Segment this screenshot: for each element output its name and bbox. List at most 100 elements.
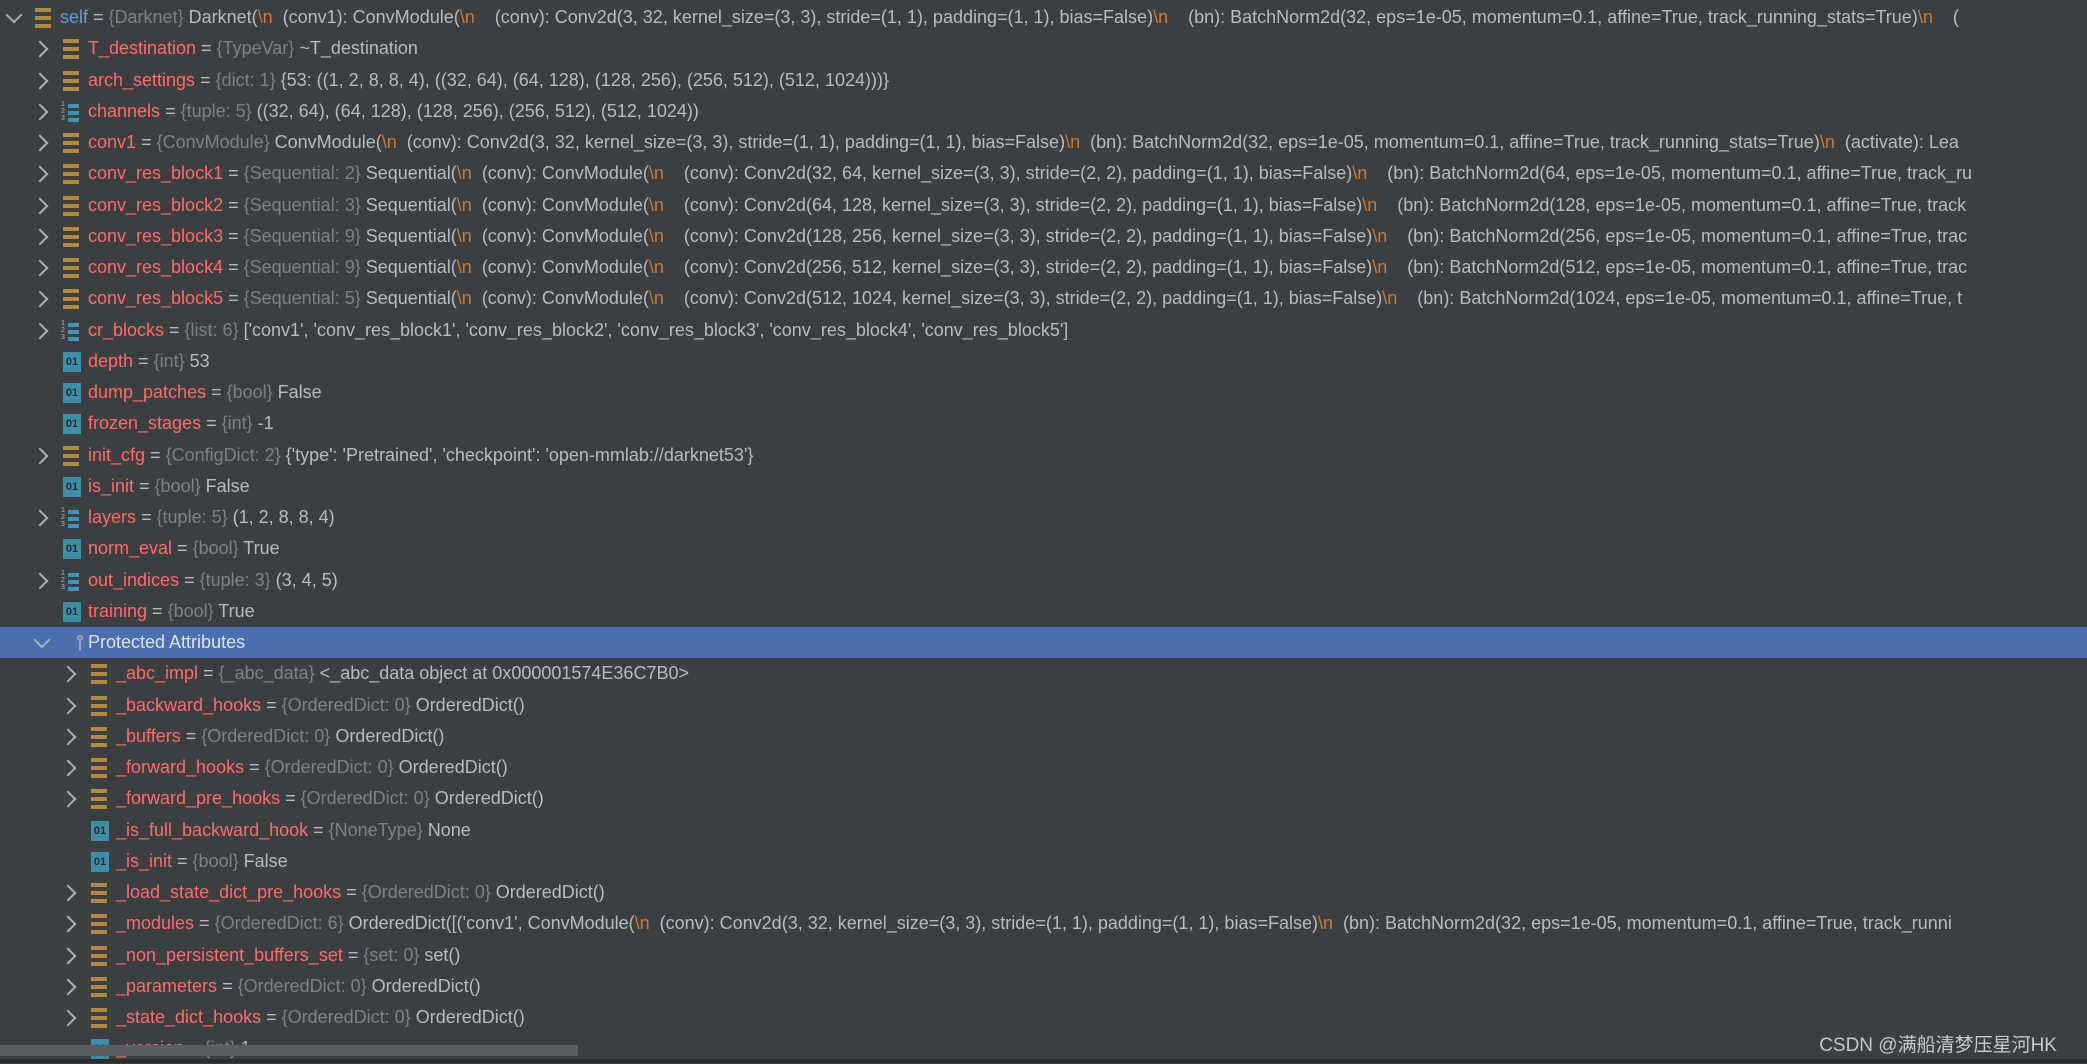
variable-row[interactable]: 01 training = {bool} True	[0, 596, 2087, 627]
variable-row[interactable]: _modules = {OrderedDict: 6} OrderedDict(…	[0, 908, 2087, 939]
chevron-right-icon[interactable]	[59, 915, 77, 933]
variable-name: T_destination	[88, 38, 197, 59]
chevron-right-icon[interactable]	[31, 228, 49, 246]
equals-sign: =	[164, 319, 185, 340]
variable-value: OrderedDict()	[415, 694, 525, 715]
variable-text: _state_dict_hooks = {OrderedDict: 0} Ord…	[116, 1007, 525, 1028]
chevron-right-icon[interactable]	[31, 259, 49, 277]
variable-row[interactable]: _non_persistent_buffers_set = {set: 0} s…	[0, 940, 2087, 971]
variable-row[interactable]: out_indices = {tuple: 3} (3, 4, 5)	[0, 565, 2087, 596]
variable-value: OrderedDict()	[398, 757, 508, 777]
variable-row[interactable]: conv_res_block5 = {Sequential: 5} Sequen…	[0, 283, 2087, 314]
primitive-icon: 01	[63, 383, 81, 403]
variable-text: cr_blocks = {list: 6} ['conv1', 'conv_re…	[88, 320, 1068, 341]
variable-row[interactable]: cr_blocks = {list: 6} ['conv1', 'conv_re…	[0, 315, 2087, 346]
variable-row[interactable]: conv_res_block4 = {Sequential: 9} Sequen…	[0, 252, 2087, 283]
variable-type: {_abc_data}	[218, 663, 320, 684]
primitive-icon: 01	[63, 414, 81, 435]
variable-row[interactable]: layers = {tuple: 5} (1, 2, 8, 8, 4)	[0, 502, 2087, 533]
variable-row[interactable]: 01 frozen_stages = {int} -1	[0, 408, 2087, 439]
chevron-right-icon[interactable]	[31, 509, 49, 527]
variable-value: ~T_destination	[299, 38, 418, 59]
chevron-right-icon[interactable]	[31, 290, 49, 308]
variable-row[interactable]: conv_res_block2 = {Sequential: 3} Sequen…	[0, 190, 2087, 221]
variable-value: {'type': 'Pretrained', 'checkpoint': 'op…	[285, 444, 754, 465]
variable-row[interactable]: self = {Darknet} Darknet(\n (conv1): Con…	[0, 2, 2087, 33]
chevron-right-icon[interactable]	[31, 134, 49, 152]
chevron-right-icon[interactable]	[31, 322, 49, 339]
variable-value: OrderedDict()	[495, 882, 605, 902]
equals-sign: =	[280, 788, 301, 809]
chevron-right-icon[interactable]	[59, 1009, 77, 1027]
chevron-right-icon[interactable]	[59, 665, 77, 683]
variable-name: conv_res_block2	[88, 194, 224, 215]
list-icon	[61, 570, 79, 591]
chevron-down-icon[interactable]	[33, 631, 51, 649]
variable-row[interactable]: 01 is_init = {bool} False	[0, 471, 2087, 502]
chevron-right-icon[interactable]	[31, 447, 49, 464]
variable-type: {ConfigDict: 2}	[165, 444, 286, 465]
variable-row[interactable]: 01 norm_eval = {bool} True	[0, 533, 2087, 564]
chevron-right-icon[interactable]	[59, 759, 77, 777]
chevron-right-icon[interactable]	[31, 165, 49, 183]
variable-value: Sequential(\n (conv): ConvModule(\n (con…	[365, 257, 1968, 277]
variable-row[interactable]: _load_state_dict_pre_hooks = {OrderedDic…	[0, 877, 2087, 908]
variable-row[interactable]: _forward_pre_hooks = {OrderedDict: 0} Or…	[0, 783, 2087, 814]
variable-text: Protected Attributes	[88, 632, 245, 653]
newline-escape: \n	[456, 257, 472, 277]
variable-text: dump_patches = {bool} False	[88, 382, 322, 403]
variable-row[interactable]: _forward_hooks = {OrderedDict: 0} Ordere…	[0, 752, 2087, 783]
chevron-right-icon[interactable]	[59, 790, 77, 808]
variable-name: _parameters	[116, 975, 218, 996]
equals-sign: =	[261, 1007, 282, 1027]
variable-row[interactable]: conv_res_block1 = {Sequential: 2} Sequen…	[0, 158, 2087, 189]
chevron-right-icon[interactable]	[31, 72, 49, 89]
variable-text: depth = {int} 53	[88, 351, 210, 372]
variable-row[interactable]: _state_dict_hooks = {OrderedDict: 0} Ord…	[0, 1002, 2087, 1033]
chevron-right-icon[interactable]	[59, 697, 77, 714]
variable-row[interactable]: _backward_hooks = {OrderedDict: 0} Order…	[0, 690, 2087, 721]
variable-row[interactable]: Protected Attributes	[0, 627, 2087, 658]
variable-row[interactable]: _buffers = {OrderedDict: 0} OrderedDict(…	[0, 721, 2087, 752]
variable-row[interactable]: _parameters = {OrderedDict: 0} OrderedDi…	[0, 971, 2087, 1002]
variable-row[interactable]: channels = {tuple: 5} ((32, 64), (64, 12…	[0, 96, 2087, 127]
variable-name: frozen_stages	[88, 413, 202, 434]
variable-name: conv_res_block5	[88, 288, 224, 309]
variable-row[interactable]: 01 _is_init = {bool} False	[0, 846, 2087, 877]
variable-text: conv_res_block3 = {Sequential: 9} Sequen…	[88, 226, 1967, 247]
stack-icon	[63, 226, 79, 247]
chevron-right-icon[interactable]	[31, 197, 49, 214]
chevron-down-icon[interactable]	[5, 6, 23, 24]
variable-row[interactable]: arch_settings = {dict: 1} {53: ((1, 2, 8…	[0, 65, 2087, 96]
chevron-right-icon[interactable]	[59, 978, 77, 996]
variable-value: OrderedDict([('conv1', ConvModule(\n (co…	[348, 913, 1952, 934]
variable-value: None	[427, 819, 471, 840]
variable-row[interactable]: T_destination = {TypeVar} ~T_destination	[0, 33, 2087, 64]
variable-type: {OrderedDict: 0}	[300, 788, 435, 809]
chevron-right-icon[interactable]	[59, 728, 77, 746]
equals-sign: =	[172, 850, 193, 871]
variable-type: {Sequential: 9}	[243, 225, 366, 246]
chevron-right-icon[interactable]	[31, 40, 49, 58]
newline-escape: \n	[648, 257, 664, 277]
variable-row[interactable]: conv_res_block3 = {Sequential: 9} Sequen…	[0, 221, 2087, 252]
variable-value: Darknet(\n (conv1): ConvModule(\n (conv)…	[188, 7, 1959, 27]
variable-row[interactable]: _abc_impl = {_abc_data} <_abc_data objec…	[0, 658, 2087, 689]
variable-row[interactable]: init_cfg = {ConfigDict: 2} {'type': 'Pre…	[0, 440, 2087, 471]
equals-sign: =	[198, 663, 219, 684]
chevron-right-icon[interactable]	[59, 884, 77, 902]
horizontal-scrollbar[interactable]	[0, 1045, 578, 1056]
variable-name: conv_res_block4	[88, 257, 224, 277]
variable-row[interactable]: 01 _is_full_backward_hook = {NoneType} No…	[0, 815, 2087, 846]
primitive-icon: 01	[91, 851, 109, 872]
variable-row[interactable]: 01 depth = {int} 53	[0, 346, 2087, 377]
variable-type: {list: 6}	[184, 319, 244, 340]
chevron-right-icon[interactable]	[31, 572, 49, 589]
variable-row[interactable]: conv1 = {ConvModule} ConvModule(\n (conv…	[0, 127, 2087, 158]
variable-value: (3, 4, 5)	[275, 569, 338, 590]
chevron-right-icon[interactable]	[59, 947, 77, 964]
equals-sign: =	[136, 507, 157, 527]
variable-row[interactable]: 01 dump_patches = {bool} False	[0, 377, 2087, 408]
chevron-right-icon[interactable]	[31, 103, 49, 121]
newline-escape: \n	[648, 163, 664, 184]
